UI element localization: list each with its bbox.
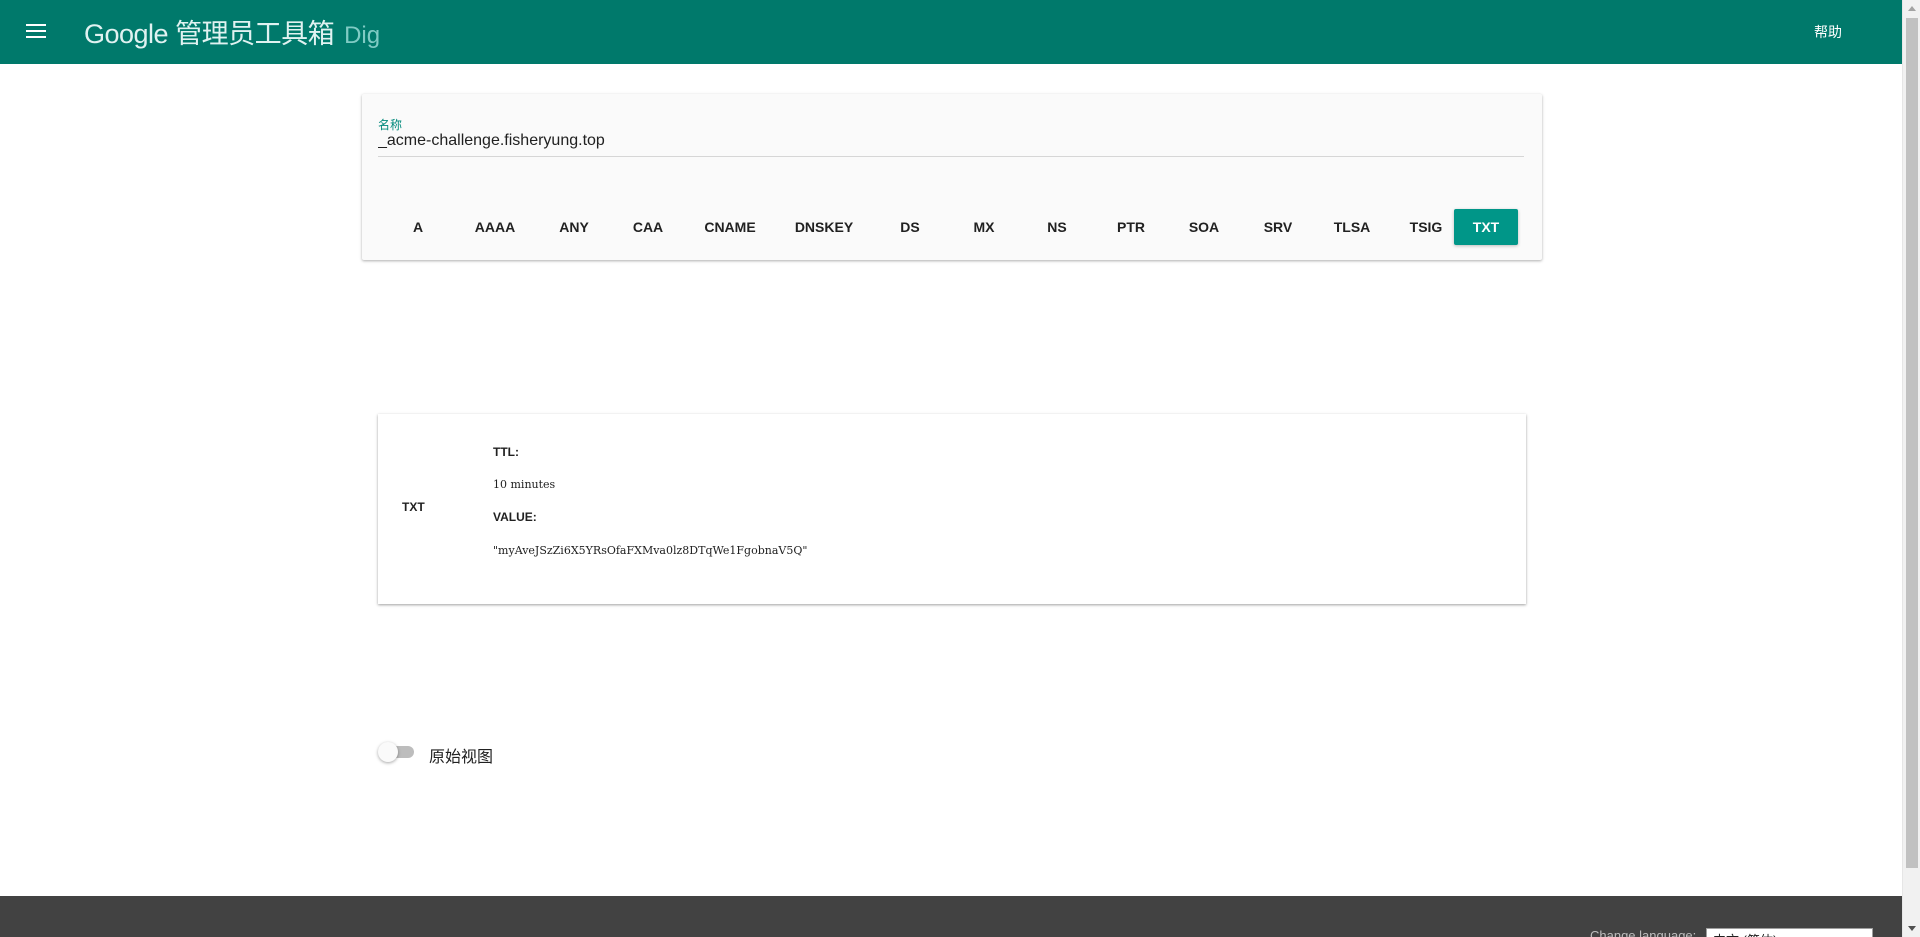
value-label: VALUE: (493, 510, 537, 524)
app-header: Google 管理员工具箱 Dig 帮助 (0, 0, 1902, 64)
record-type-srv-button[interactable]: SRV (1246, 209, 1310, 245)
language-select[interactable]: 中文 (简体) (1706, 928, 1873, 937)
result-card: TXT TTL: 10 minutes VALUE: "myAveJSzZi6X… (378, 414, 1526, 604)
scroll-down-arrow-icon[interactable] (1908, 926, 1916, 931)
ttl-value: 10 minutes (493, 478, 556, 491)
record-type-dnskey-button[interactable]: DNSKEY (780, 209, 868, 245)
record-type-ptr-button[interactable]: PTR (1099, 209, 1163, 245)
record-type-ds-button[interactable]: DS (878, 209, 942, 245)
record-type-caa-button[interactable]: CAA (616, 209, 680, 245)
record-type-mx-button[interactable]: MX (952, 209, 1016, 245)
record-type-a-button[interactable]: A (388, 209, 448, 245)
query-card: 名称 A AAAA ANY CAA CNAME DNSKEY DS MX NS … (362, 94, 1542, 260)
help-link[interactable]: 帮助 (1814, 22, 1842, 42)
brand-title: Google 管理员工具箱 (84, 19, 335, 49)
scroll-up-arrow-icon[interactable] (1908, 6, 1916, 11)
record-type-cell: TXT (402, 500, 425, 514)
ttl-label: TTL: (493, 445, 519, 459)
record-type-any-button[interactable]: ANY (542, 209, 606, 245)
tool-name: Dig (344, 22, 381, 49)
record-type-ns-button[interactable]: NS (1025, 209, 1089, 245)
page-footer: Change language: 中文 (简体) (0, 896, 1902, 937)
toggle-knob (378, 742, 398, 762)
record-type-tsig-button[interactable]: TSIG (1394, 209, 1458, 245)
record-type-aaaa-button[interactable]: AAAA (458, 209, 532, 245)
name-input[interactable] (378, 130, 1524, 152)
record-type-selector: A AAAA ANY CAA CNAME DNSKEY DS MX NS PTR… (378, 209, 1538, 245)
scrollbar-thumb[interactable] (1906, 18, 1918, 868)
raw-view-label: 原始视图 (429, 749, 494, 766)
app-title[interactable]: Google 管理员工具箱 Dig (84, 18, 380, 52)
footer-language-label: Change language: (1590, 928, 1697, 937)
name-input-underline (378, 156, 1524, 157)
record-type-txt-button[interactable]: TXT (1454, 209, 1518, 245)
raw-view-toggle[interactable] (378, 742, 416, 762)
record-type-cname-button[interactable]: CNAME (690, 209, 770, 245)
record-type-tlsa-button[interactable]: TLSA (1320, 209, 1384, 245)
vertical-scrollbar[interactable] (1902, 0, 1920, 937)
record-value: "myAveJSzZi6X5YRsOfaFXMva0lz8DTqWe1Fgobn… (493, 544, 808, 557)
record-type-soa-button[interactable]: SOA (1172, 209, 1236, 245)
hamburger-menu-icon[interactable] (22, 18, 50, 44)
